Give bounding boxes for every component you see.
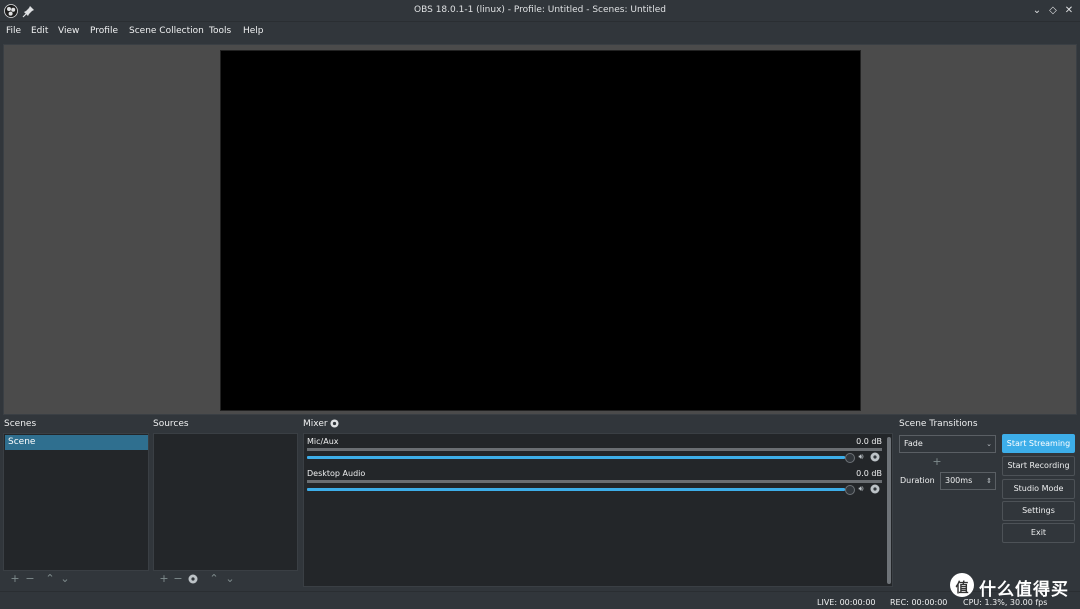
move-scene-up-icon[interactable]: ⌃ [43, 572, 57, 586]
mixer-channel-level: 0.0 dB [856, 437, 882, 446]
scenes-list[interactable]: Scene [3, 433, 149, 571]
move-scene-down-icon[interactable]: ⌄ [58, 572, 72, 586]
mixer-channel-name: Desktop Audio [307, 469, 366, 478]
mixer-channel-name: Mic/Aux [307, 437, 339, 446]
scenes-label: Scenes [4, 419, 37, 429]
volume-meter [307, 448, 882, 451]
scenes-toolbar: + − ⌃ ⌄ [3, 572, 149, 586]
add-transition-icon[interactable]: + [931, 456, 943, 468]
remove-scene-icon[interactable]: − [23, 572, 37, 586]
transitions-label: Scene Transitions [899, 419, 978, 429]
menu-view[interactable]: View [58, 26, 79, 36]
menu-bar: File Edit View Profile Scene Collection … [0, 22, 1080, 42]
settings-button[interactable]: Settings [1002, 501, 1075, 521]
close-icon[interactable]: ✕ [1062, 4, 1076, 18]
sources-list[interactable] [153, 433, 298, 571]
duration-spinbox[interactable]: 300ms ⇕ [940, 472, 996, 490]
move-source-down-icon[interactable]: ⌄ [223, 572, 237, 586]
menu-file[interactable]: File [6, 26, 21, 36]
preview-canvas[interactable] [220, 50, 861, 411]
volume-slider[interactable] [307, 488, 845, 491]
watermark-text: 什么值得买 [979, 580, 1069, 600]
sources-label: Sources [153, 419, 189, 429]
mute-speaker-icon[interactable]: 🔊︎ [856, 484, 866, 494]
duration-value: 300ms [945, 476, 973, 485]
menu-profile[interactable]: Profile [90, 26, 118, 36]
watermark-logo-icon: 值 [950, 573, 974, 597]
add-source-icon[interactable]: + [157, 572, 171, 586]
status-bar: LIVE: 00:00:00 REC: 00:00:00 CPU: 1.3%, … [0, 591, 1080, 609]
menu-help[interactable]: Help [243, 26, 264, 36]
exit-button[interactable]: Exit [1002, 523, 1075, 543]
mute-speaker-icon[interactable]: 🔊︎ [856, 452, 866, 462]
remove-source-icon[interactable]: − [171, 572, 185, 586]
start-streaming-button[interactable]: Start Streaming [1002, 434, 1075, 453]
mixer-channel-level: 0.0 dB [856, 469, 882, 478]
channel-settings-icon[interactable] [870, 484, 880, 494]
menu-edit[interactable]: Edit [31, 26, 48, 36]
mixer-settings-icon[interactable] [330, 419, 339, 428]
add-scene-icon[interactable]: + [8, 572, 22, 586]
minimize-icon[interactable]: ⌄ [1030, 4, 1044, 18]
volume-slider[interactable] [307, 456, 845, 459]
live-status: LIVE: 00:00:00 [817, 598, 876, 607]
source-properties-icon[interactable] [188, 574, 198, 584]
channel-settings-icon[interactable] [870, 452, 880, 462]
move-source-up-icon[interactable]: ⌃ [207, 572, 221, 586]
window-title: OBS 18.0.1-1 (linux) - Profile: Untitled… [414, 5, 666, 15]
mixer-scrollbar[interactable] [887, 437, 891, 584]
duration-label: Duration [900, 476, 935, 485]
watermark-logo-char: 值 [955, 581, 969, 596]
chevron-down-icon: ⌄ [986, 440, 992, 448]
menu-tools[interactable]: Tools [209, 26, 231, 36]
transition-value: Fade [904, 439, 923, 448]
sources-toolbar: + − ⌃ ⌄ [153, 572, 298, 586]
transition-select[interactable]: Fade ⌄ [899, 435, 996, 453]
menu-scene-collection[interactable]: Scene Collection [129, 26, 204, 36]
spin-arrows-icon: ⇕ [986, 477, 992, 485]
volume-slider-handle[interactable] [845, 453, 855, 463]
studio-mode-button[interactable]: Studio Mode [1002, 479, 1075, 499]
volume-meter [307, 480, 882, 483]
volume-slider-handle[interactable] [845, 485, 855, 495]
rec-status: REC: 00:00:00 [890, 598, 948, 607]
start-recording-button[interactable]: Start Recording [1002, 456, 1075, 476]
mixer-label: Mixer [303, 419, 328, 429]
scene-item[interactable]: Scene [5, 435, 148, 450]
maximize-icon[interactable]: ◇ [1046, 4, 1060, 18]
title-bar: OBS 18.0.1-1 (linux) - Profile: Untitled… [0, 0, 1080, 22]
